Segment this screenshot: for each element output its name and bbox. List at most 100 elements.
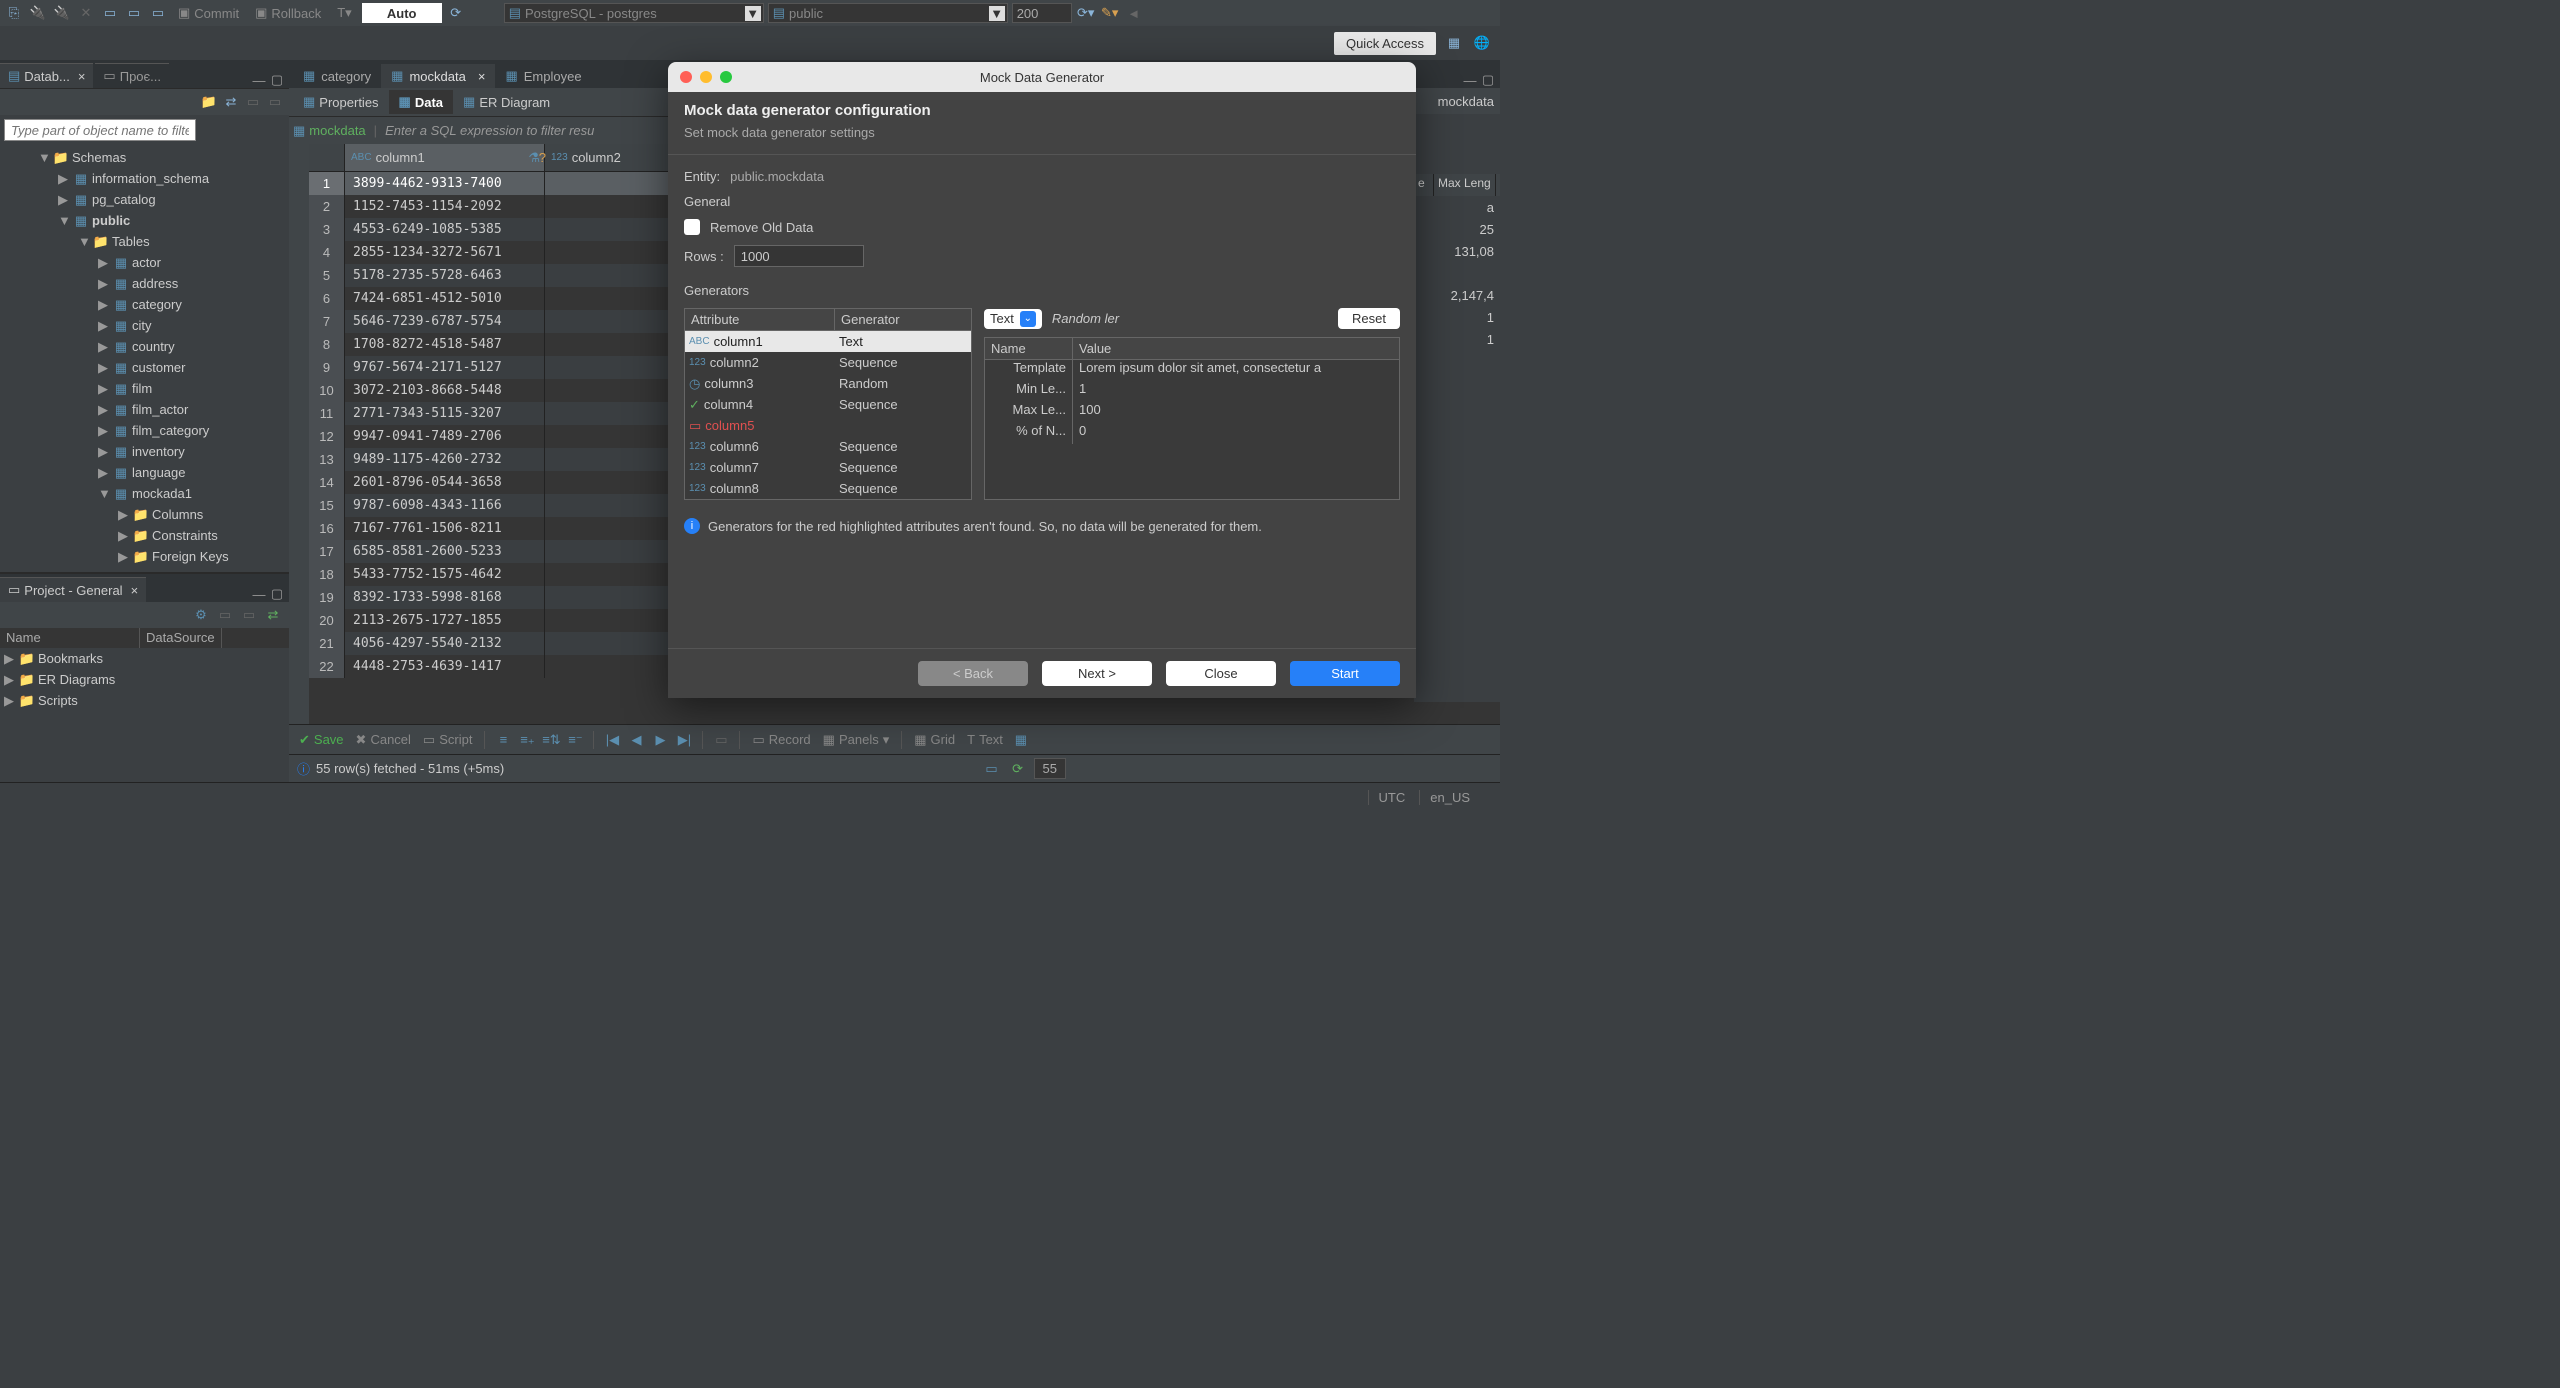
plug-icon[interactable]: 🔌	[28, 3, 48, 23]
panels-button[interactable]: ▦ Panels ▾	[819, 730, 894, 750]
generator-params-table[interactable]: NameValue TemplateLorem ipsum dolor sit …	[984, 337, 1400, 500]
generator-row[interactable]: ABCcolumn1Text	[685, 331, 971, 352]
rollback-button[interactable]: ▣Rollback	[249, 3, 327, 23]
edit-icon[interactable]: ✎▾	[1100, 3, 1120, 23]
auto-combo[interactable]: Auto	[362, 3, 442, 23]
cancel-button[interactable]: ✖ Cancel	[352, 730, 415, 750]
tree-item[interactable]: ▶▦address	[0, 273, 289, 294]
generator-row[interactable]: 123column6Sequence	[685, 436, 971, 457]
tree-item[interactable]: ▶▦language	[0, 462, 289, 483]
param-row[interactable]: Min Le...1	[985, 381, 1399, 402]
tree-item[interactable]: ▶▦inventory	[0, 441, 289, 462]
tree-item[interactable]: ▼📁Tables	[0, 231, 289, 252]
minimize-icon[interactable]: —	[251, 72, 267, 88]
link-icon[interactable]: ⇄	[221, 92, 241, 112]
close-icon[interactable]: ×	[478, 69, 486, 84]
maximize-icon[interactable]: ▢	[269, 72, 285, 88]
sub-tab[interactable]: ▦Data	[389, 90, 453, 114]
reset-button[interactable]: Reset	[1338, 308, 1400, 329]
tree-item[interactable]: ▼▦public	[0, 210, 289, 231]
filter-hint[interactable]: Enter a SQL expression to filter resu	[385, 123, 594, 138]
generator-row[interactable]: ▭column5	[685, 415, 971, 436]
script-button[interactable]: ▭ Script	[419, 730, 477, 750]
tb3-icon[interactable]: ≡⇅	[541, 730, 561, 750]
refresh-icon[interactable]: ⟳	[1008, 759, 1028, 779]
project-item[interactable]: ▶📁Scripts	[0, 690, 289, 711]
tree-item[interactable]: ▼📁Schemas	[0, 147, 289, 168]
start-button[interactable]: Start	[1290, 661, 1400, 686]
dialog-titlebar[interactable]: Mock Data Generator	[668, 62, 1416, 92]
tree-item[interactable]: ▶▦customer	[0, 357, 289, 378]
sub-tab[interactable]: ▦Properties	[293, 90, 389, 114]
generator-row[interactable]: ✓column4Sequence	[685, 394, 971, 415]
generator-row[interactable]: 123column2Sequence	[685, 352, 971, 373]
generator-type-select[interactable]: Text⌄	[984, 309, 1042, 329]
tree-item[interactable]: ▼▦mockada1	[0, 483, 289, 504]
globe-icon[interactable]: 🌐	[1472, 33, 1492, 53]
row-limit-input[interactable]: 200	[1012, 3, 1072, 23]
close-icon[interactable]: ×	[78, 69, 86, 84]
back-icon[interactable]: ◄	[1124, 3, 1144, 23]
editor-tab[interactable]: ▦Employee	[495, 64, 591, 88]
minimize-icon[interactable]: —	[251, 586, 267, 602]
table-link[interactable]: ▦mockdata	[293, 123, 366, 139]
editor-tab[interactable]: ▦category	[293, 64, 381, 88]
collapse-icon[interactable]: ▭	[243, 92, 263, 112]
grid-view-button[interactable]: ▦ Grid	[910, 730, 959, 750]
plug2-icon[interactable]: 🔌	[52, 3, 72, 23]
gear-icon[interactable]: ⚙	[191, 605, 211, 625]
pin-icon[interactable]: ▭	[982, 759, 1002, 779]
maximize-icon[interactable]: ▢	[269, 586, 285, 602]
next-button[interactable]: Next >	[1042, 661, 1152, 686]
tree-item[interactable]: ▶▦film	[0, 378, 289, 399]
perspective-icon[interactable]: ▦	[1444, 33, 1464, 53]
tree-item[interactable]: ▶▦city	[0, 315, 289, 336]
maximize-icon[interactable]: ▢	[1480, 72, 1496, 88]
database-navigator-tab[interactable]: ▤Datab...×	[0, 63, 93, 88]
tree-item[interactable]: ▶📁Columns	[0, 504, 289, 525]
tree-item[interactable]: ▶▦information_schema	[0, 168, 289, 189]
generator-row[interactable]: 123column8Sequence	[685, 478, 971, 499]
tree-item[interactable]: ▶▦film_actor	[0, 399, 289, 420]
tree-filter-input[interactable]	[4, 119, 196, 141]
project-tree[interactable]: ▶📁Bookmarks▶📁ER Diagrams▶📁Scripts	[0, 648, 289, 711]
editor-tab[interactable]: ▦mockdata×	[381, 64, 495, 88]
tree-item[interactable]: ▶▦country	[0, 336, 289, 357]
param-row[interactable]: Max Le...100	[985, 402, 1399, 423]
close-icon[interactable]: ×	[131, 583, 139, 598]
tree-item[interactable]: ▶📁Foreign Keys	[0, 546, 289, 567]
generators-table[interactable]: AttributeGenerator ABCcolumn1Text123colu…	[684, 308, 972, 500]
project-tab[interactable]: ▭Project - General×	[0, 577, 146, 602]
column-header-1[interactable]: ABCcolumn1⚗?	[345, 144, 545, 171]
last-icon[interactable]: ▶|	[674, 730, 694, 750]
layout-icon[interactable]: ▦	[1011, 730, 1031, 750]
quick-access-button[interactable]: Quick Access	[1334, 32, 1436, 55]
p3-icon[interactable]: ▭	[239, 605, 259, 625]
text-view-button[interactable]: T Text	[963, 730, 1007, 749]
sub-tab[interactable]: ▦ER Diagram	[453, 90, 560, 114]
tree-item[interactable]: ▶📁Constraints	[0, 525, 289, 546]
tb1-icon[interactable]: ≡	[493, 730, 513, 750]
save-button[interactable]: ✔ Save	[295, 730, 348, 750]
sql2-icon[interactable]: ▭	[124, 3, 144, 23]
tree-item[interactable]: ▶▦pg_catalog	[0, 189, 289, 210]
database-tree[interactable]: ▼📁Schemas▶▦information_schema▶▦pg_catalo…	[0, 145, 289, 569]
generator-row[interactable]: 123column7Sequence	[685, 457, 971, 478]
sql3-icon[interactable]: ▭	[148, 3, 168, 23]
export-icon[interactable]: ▭	[711, 730, 731, 750]
sql1-icon[interactable]: ▭	[100, 3, 120, 23]
new-folder-icon[interactable]: 📁	[199, 92, 219, 112]
remove-old-data-checkbox[interactable]	[684, 219, 700, 235]
param-row[interactable]: TemplateLorem ipsum dolor sit amet, cons…	[985, 360, 1399, 381]
p2-icon[interactable]: ▭	[215, 605, 235, 625]
rows-input[interactable]	[734, 245, 864, 267]
param-row[interactable]: % of N...0	[985, 423, 1399, 444]
disconnect-icon[interactable]: ✕	[76, 3, 96, 23]
tree-item[interactable]: ▶▦film_category	[0, 420, 289, 441]
prev-icon[interactable]: ◀	[626, 730, 646, 750]
commit-button[interactable]: ▣Commit	[172, 3, 245, 23]
tb4-icon[interactable]: ≡⁻	[565, 730, 585, 750]
refresh2-icon[interactable]: ⟳▾	[1076, 3, 1096, 23]
projects-tab[interactable]: ▭Проє...	[95, 63, 169, 88]
tb2-icon[interactable]: ≡₊	[517, 730, 537, 750]
